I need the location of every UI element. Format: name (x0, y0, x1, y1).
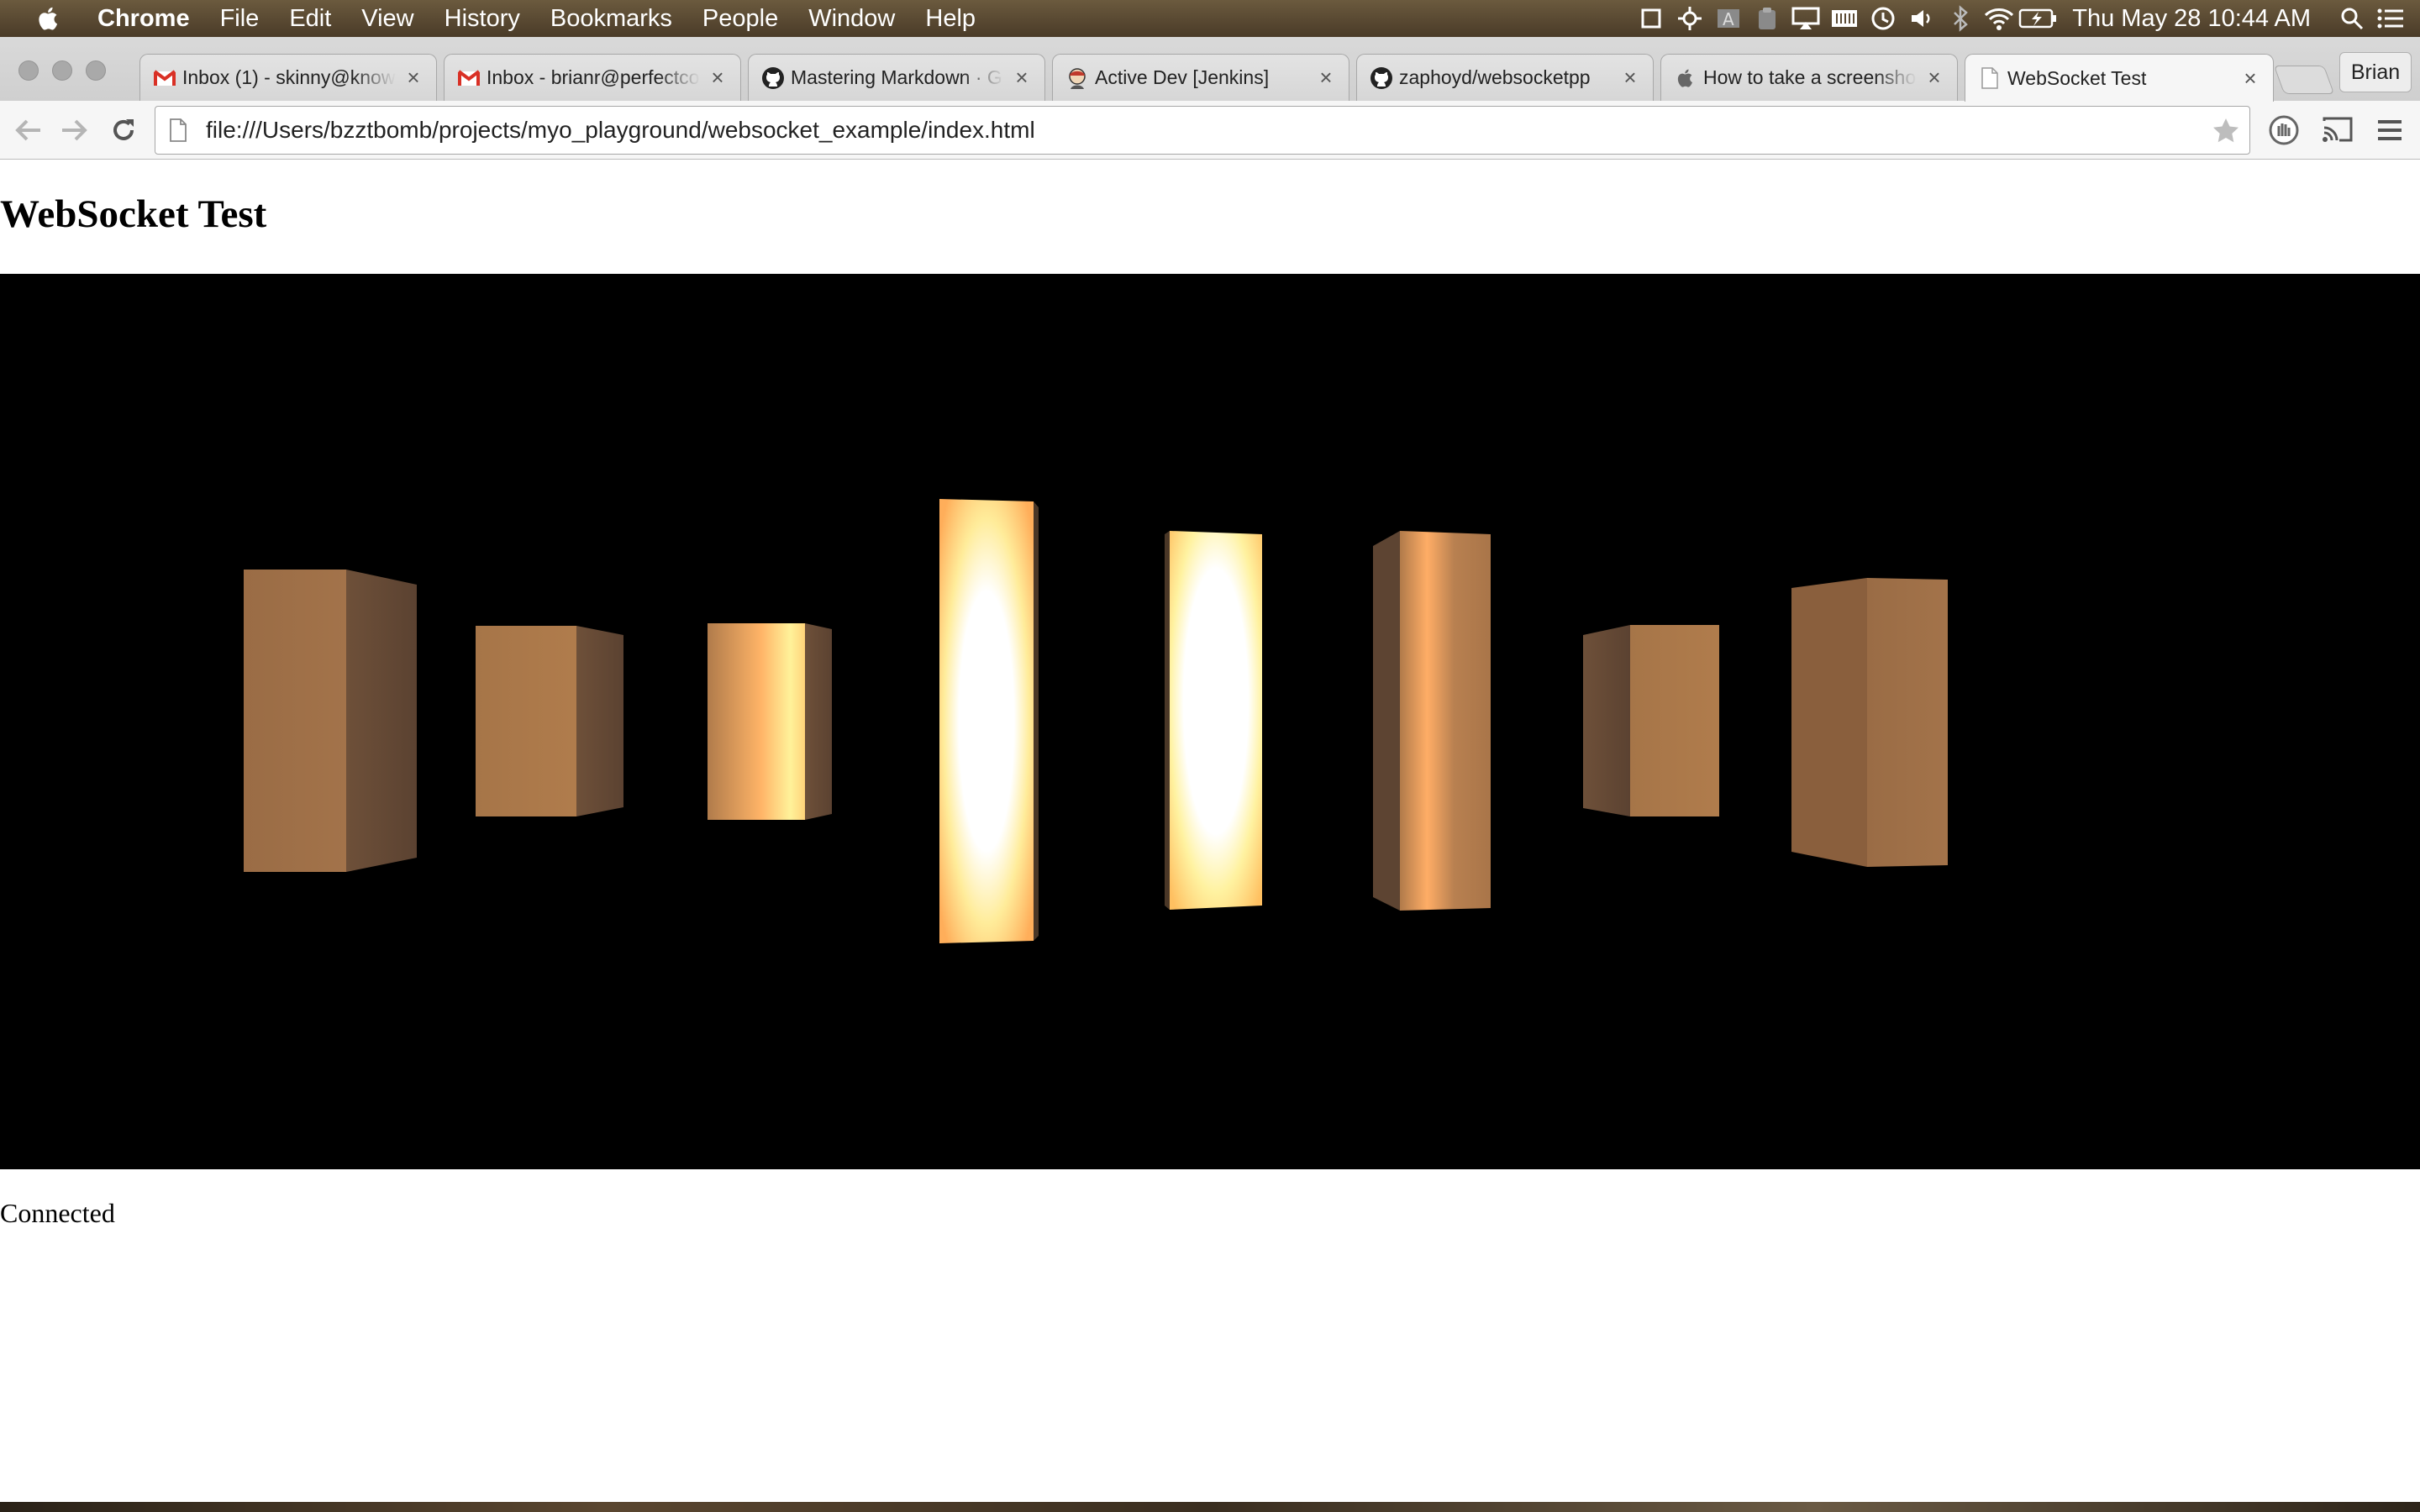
scene-box-4 (939, 499, 1039, 943)
close-tab-icon[interactable]: × (707, 65, 729, 90)
apple-menu-icon[interactable] (32, 0, 66, 37)
close-tab-icon[interactable]: × (2239, 66, 2261, 91)
spotlight-icon[interactable] (2333, 0, 2371, 37)
forward-button[interactable] (55, 111, 94, 150)
bluetooth-icon[interactable] (1941, 0, 1980, 37)
close-tab-icon[interactable]: × (402, 65, 424, 90)
page-title: WebSocket Test (0, 192, 267, 236)
move-icon[interactable] (1670, 0, 1709, 37)
volume-icon[interactable] (1902, 0, 1941, 37)
close-tab-icon[interactable]: × (1011, 65, 1033, 90)
page-info-icon[interactable] (166, 116, 191, 144)
webgl-canvas[interactable] (0, 274, 2420, 1169)
wifi-icon[interactable] (1980, 0, 2018, 37)
scene-box-6 (1373, 531, 1491, 911)
zoom-window-button[interactable] (86, 60, 106, 81)
clipboard-icon[interactable] (1748, 0, 1786, 37)
new-tab-button[interactable] (2273, 66, 2335, 94)
menu-file[interactable]: File (205, 5, 275, 33)
gmail-icon (456, 66, 481, 91)
scene-box-3 (708, 623, 832, 820)
url-text[interactable]: file:///Users/bzztbomb/projects/myo_play… (206, 117, 1035, 144)
tab-title: WebSocket Test (2007, 66, 2147, 89)
scene-box-7 (1583, 625, 1719, 816)
menu-history[interactable]: History (429, 5, 535, 33)
github-icon (760, 66, 786, 91)
macos-menu-bar: Chrome File Edit View History Bookmarks … (0, 0, 2420, 37)
battery-icon[interactable] (2018, 0, 2057, 37)
tab-inbox-brianr[interactable]: Inbox - brianr@perfectco × (444, 54, 741, 101)
menu-view[interactable]: View (346, 5, 429, 33)
svg-text:A: A (1723, 9, 1734, 29)
profile-button[interactable]: Brian (2339, 52, 2412, 92)
github-icon (1369, 66, 1394, 91)
airplay-icon[interactable] (1786, 0, 1825, 37)
address-bar[interactable]: file:///Users/bzztbomb/projects/myo_play… (155, 106, 2250, 155)
browser-tab-strip: Inbox (1) - skinny@know × Inbox - brianr… (0, 37, 2420, 102)
tab-title: Active Dev [Jenkins] (1095, 66, 1270, 88)
tab-title: zaphoyd/websocketpp (1399, 66, 1591, 88)
window-icon[interactable] (1632, 0, 1670, 37)
cast-icon[interactable] (2317, 111, 2358, 150)
notification-center-icon[interactable] (2371, 0, 2410, 37)
reload-button[interactable] (104, 111, 143, 150)
menu-app-name[interactable]: Chrome (91, 5, 205, 33)
time-machine-icon[interactable] (1864, 0, 1902, 37)
gmail-icon (152, 66, 177, 91)
close-tab-icon[interactable]: × (1923, 65, 1945, 90)
tab-websocket-test[interactable]: WebSocket Test × (1965, 54, 2274, 102)
menu-people[interactable]: People (687, 5, 793, 33)
bookmark-star-icon[interactable] (2209, 115, 2243, 147)
close-window-button[interactable] (18, 60, 39, 81)
scene-box-5 (1165, 531, 1262, 910)
menu-bookmarks[interactable]: Bookmarks (535, 5, 687, 33)
page-icon (1977, 66, 2002, 91)
tab-title: Inbox - brianr@perfectco (487, 66, 700, 88)
tab-title: Inbox (1) - skinny@know (182, 66, 396, 88)
menu-help[interactable]: Help (910, 5, 991, 33)
tab-inbox-skinny[interactable]: Inbox (1) - skinny@know × (139, 54, 437, 101)
apple-icon (1673, 66, 1698, 91)
back-button[interactable] (8, 111, 47, 150)
scene-box-1 (244, 570, 417, 872)
scene-box-2 (476, 626, 623, 816)
chrome-menu-icon[interactable] (2370, 111, 2410, 150)
menu-window[interactable]: Window (793, 5, 910, 33)
desktop-edge (0, 1502, 2420, 1512)
menu-status-area: A Thu May 28 10:44 AM (1632, 0, 2420, 37)
jenkins-icon (1065, 66, 1090, 91)
close-tab-icon[interactable]: × (1315, 65, 1337, 90)
menu-clock[interactable]: Thu May 28 10:44 AM (2057, 5, 2333, 33)
minimize-window-button[interactable] (52, 60, 72, 81)
page-content: WebSocket Test Connected (0, 160, 2420, 1504)
text-icon[interactable]: A (1709, 0, 1748, 37)
tab-jenkins[interactable]: Active Dev [Jenkins] × (1052, 54, 1349, 101)
tab-title: Mastering Markdown · G (791, 66, 1002, 88)
tab-websocketpp[interactable]: zaphoyd/websocketpp × (1356, 54, 1654, 101)
memory-icon[interactable] (1825, 0, 1864, 37)
browser-toolbar: file:///Users/bzztbomb/projects/myo_play… (0, 101, 2420, 160)
tab-screenshot-howto[interactable]: How to take a screensho × (1660, 54, 1958, 101)
window-controls (18, 60, 106, 81)
extension-hand-icon[interactable] (2264, 111, 2304, 150)
connection-status: Connected (0, 1198, 115, 1228)
tab-title: How to take a screensho (1703, 66, 1917, 88)
menu-edit[interactable]: Edit (274, 5, 346, 33)
tab-mastering-markdown[interactable]: Mastering Markdown · G × (748, 54, 1045, 101)
close-tab-icon[interactable]: × (1619, 65, 1641, 90)
scene-box-8 (1791, 578, 1948, 867)
